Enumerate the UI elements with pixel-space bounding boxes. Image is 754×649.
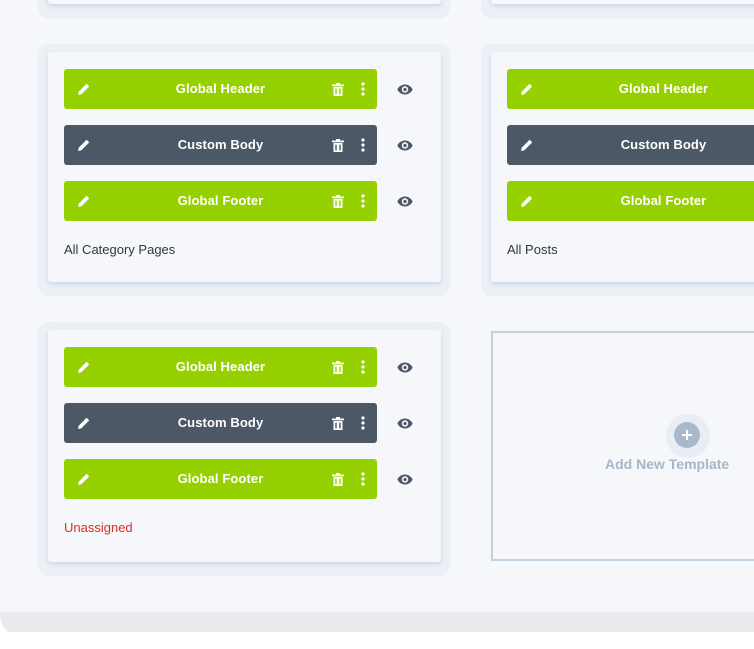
- template-row-footer[interactable]: Global Footer: [507, 181, 754, 221]
- kebab-icon[interactable]: [358, 137, 368, 153]
- eye-icon[interactable]: [396, 82, 414, 96]
- eye-icon[interactable]: [396, 138, 414, 152]
- template-assignment-label: All Category Pages: [64, 242, 176, 257]
- template-row-footer[interactable]: Global Footer: [64, 181, 377, 221]
- template-card: Global Header Custom Body Global Footer …: [48, 330, 441, 562]
- template-card-partial-left: [48, 0, 441, 4]
- trash-icon[interactable]: [331, 416, 345, 430]
- template-card-partial-right: [491, 0, 754, 4]
- kebab-icon[interactable]: [358, 359, 368, 375]
- template-row-label: Global Footer: [620, 193, 707, 208]
- template-row-body[interactable]: Custom Body: [64, 403, 377, 443]
- trash-icon[interactable]: [331, 472, 345, 486]
- template-row-header[interactable]: Global Header: [64, 69, 377, 109]
- template-row-header[interactable]: Global Header: [507, 69, 754, 109]
- template-assignment-label: All Posts: [507, 242, 558, 257]
- kebab-icon[interactable]: [358, 81, 368, 97]
- template-assignment-label: Unassigned: [64, 520, 133, 535]
- template-card: Global Header Custom Body Global Footer …: [48, 52, 441, 282]
- template-row-body[interactable]: Custom Body: [507, 125, 754, 165]
- eye-icon[interactable]: [396, 360, 414, 374]
- eye-icon[interactable]: [396, 472, 414, 486]
- template-row-label: Global Header: [618, 81, 709, 96]
- kebab-icon[interactable]: [358, 193, 368, 209]
- trash-icon[interactable]: [331, 360, 345, 374]
- add-template-button[interactable]: [674, 422, 700, 448]
- trash-icon[interactable]: [331, 82, 345, 96]
- trash-icon[interactable]: [331, 194, 345, 208]
- trash-icon[interactable]: [331, 138, 345, 152]
- add-template-label[interactable]: Add New Template: [605, 455, 754, 473]
- page-footer-gap: [0, 632, 754, 649]
- template-row-header[interactable]: Global Header: [64, 347, 377, 387]
- add-template-card[interactable]: [491, 331, 754, 561]
- template-row-body[interactable]: Custom Body: [64, 125, 377, 165]
- plus-icon: [682, 430, 692, 440]
- theme-builder-canvas: Global Header Custom Body Global Footer …: [0, 0, 754, 649]
- template-row-label: Custom Body: [620, 137, 707, 152]
- template-card: Global Header Custom Body Global Footer …: [491, 52, 754, 282]
- eye-icon[interactable]: [396, 194, 414, 208]
- template-row-footer[interactable]: Global Footer: [64, 459, 377, 499]
- kebab-icon[interactable]: [358, 471, 368, 487]
- eye-icon[interactable]: [396, 416, 414, 430]
- kebab-icon[interactable]: [358, 415, 368, 431]
